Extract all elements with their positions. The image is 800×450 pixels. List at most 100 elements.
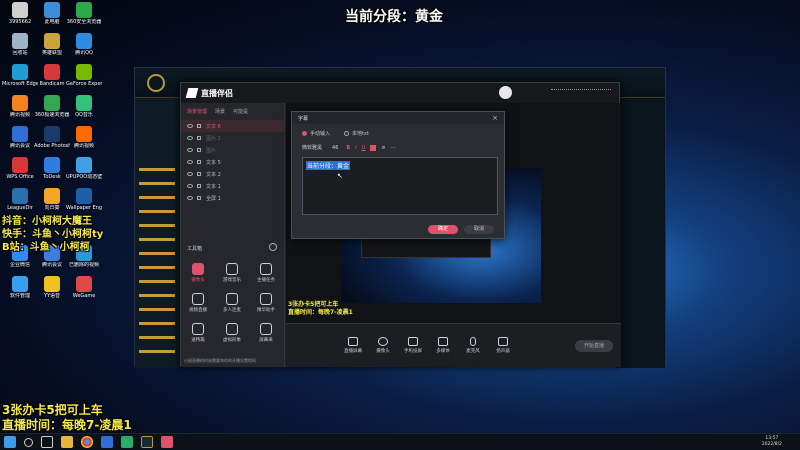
tool-multi-mic[interactable]: 多人连麦 [217, 293, 247, 313]
eye-icon[interactable] [187, 196, 193, 200]
desktop-icon[interactable]: Microsoft Edge [2, 64, 38, 87]
desktop-icon[interactable]: 腾讯视频 [66, 126, 102, 149]
layer-item[interactable]: 文本 1 [181, 180, 284, 192]
color-icon[interactable] [370, 144, 377, 151]
lock-icon[interactable] [197, 172, 201, 176]
desktop-icon[interactable]: 软件管理 [2, 276, 38, 299]
window-controls[interactable] [551, 89, 611, 95]
font-size-select[interactable]: 46 [332, 145, 338, 151]
desktop-app-icon [44, 95, 60, 111]
speaker-button[interactable]: 扬声器 [491, 337, 515, 354]
desktop-icon[interactable]: 360安全浏览器 [66, 2, 102, 25]
desktop-icon[interactable]: 回收站 [2, 33, 38, 56]
desktop-icon[interactable]: Wallpaper Engine [66, 188, 102, 211]
layer-item[interactable]: 文本 5 [181, 156, 284, 168]
avatar[interactable] [499, 86, 512, 99]
app-icon[interactable] [101, 436, 113, 448]
tool-camera[interactable]: 摄像头 [183, 263, 213, 283]
desktop-icon[interactable]: 360极速浏览器 [34, 95, 70, 118]
cancel-button[interactable]: 取消 [464, 225, 494, 234]
radio-local-txt[interactable]: 本地txt [343, 130, 369, 137]
desktop-app-icon [76, 188, 92, 204]
start-live-button[interactable]: 开始直播 [575, 340, 613, 352]
align-icon[interactable]: ≡ [381, 145, 385, 151]
desktop-icon[interactable]: ToDesk [34, 157, 70, 180]
windows-start-icon[interactable] [4, 436, 16, 448]
desktop-app-icon [12, 157, 28, 173]
radio-manual-input[interactable]: 手动输入 [302, 130, 330, 137]
search-icon[interactable] [24, 437, 33, 447]
desktop-icon[interactable]: 英雄联盟 [34, 33, 70, 56]
layer-item[interactable]: 图片 [181, 144, 284, 156]
desktop-icon-label: 腾讯QQ [75, 50, 93, 56]
italic-icon[interactable]: I [355, 145, 356, 151]
layer-item[interactable]: 图片 2 [181, 132, 284, 144]
desktop-icon[interactable]: 3995662 [2, 2, 38, 25]
font-family-select[interactable]: 微软雅黑 [302, 144, 322, 151]
tab-scene-manage[interactable]: 场景管理 [187, 108, 207, 115]
folder-icon[interactable] [61, 436, 73, 448]
tool-video-live[interactable]: 视频直播 [183, 293, 213, 313]
eye-icon[interactable] [187, 172, 193, 176]
desktop-icon[interactable]: QQ音乐 [66, 95, 102, 118]
lock-icon[interactable] [197, 184, 201, 188]
tool-avatar[interactable]: 虚拟形象 [217, 323, 247, 343]
layer-item[interactable]: 文本 6 [181, 120, 284, 132]
task-icon [260, 263, 272, 275]
underline-icon[interactable]: U [362, 145, 366, 151]
desktop-icon[interactable]: 此电脑 [34, 2, 70, 25]
desktop-icon[interactable]: 腾讯会议 [2, 126, 38, 149]
camera-button[interactable]: 摄像头 [371, 337, 395, 354]
bold-icon[interactable]: B [346, 145, 350, 151]
task-view-icon[interactable] [41, 436, 53, 448]
lock-icon[interactable] [197, 160, 201, 164]
lock-icon[interactable] [197, 196, 201, 200]
layer-label: 文本 2 [206, 171, 221, 178]
tool-highlight[interactable]: 精华助手 [251, 293, 281, 313]
tool-game-music[interactable]: 游戏音乐 [217, 263, 247, 283]
lock-icon[interactable] [197, 136, 201, 140]
close-icon[interactable]: × [492, 114, 498, 122]
desktop-icon[interactable]: 腾讯QQ [66, 33, 102, 56]
microphone-button[interactable]: 麦克风 [461, 337, 485, 354]
eye-icon[interactable] [187, 184, 193, 188]
wechat-icon[interactable] [121, 436, 133, 448]
more-icon[interactable]: ⋯ [391, 145, 396, 151]
desktop-icon[interactable]: WPS Office [2, 157, 38, 180]
eye-icon[interactable] [187, 136, 193, 140]
desktop-icon[interactable]: 腾讯视频 [2, 95, 38, 118]
desktop-icon[interactable]: WeGame [66, 276, 102, 299]
desktop-icon-label: WPS Office [6, 174, 34, 180]
desktop-icon[interactable]: GeForce Experience [66, 64, 102, 87]
desktop-icon-label: 企业微信 [9, 262, 30, 268]
desktop-icon[interactable]: Adobe Photoshop [34, 126, 70, 149]
lock-icon[interactable] [197, 148, 201, 152]
tab-scene[interactable]: 场景 [215, 108, 225, 115]
dialog-header: 字幕 × [292, 112, 504, 124]
desktop-icon[interactable]: UPUPOO动态壁纸 [66, 157, 102, 180]
screen-capture-button[interactable]: 直播屏幕 [341, 337, 365, 354]
league-taskbar-icon[interactable] [141, 436, 153, 448]
eye-icon[interactable] [187, 124, 193, 128]
toolbox-settings-icon[interactable] [269, 243, 277, 251]
eye-icon[interactable] [187, 148, 193, 152]
desktop-icon[interactable]: YY语音 [34, 276, 70, 299]
phone-cast-button[interactable]: 手机投屏 [401, 337, 425, 354]
tool-gift[interactable]: 送特篇 [183, 323, 213, 343]
live-companion-taskbar-icon[interactable] [161, 436, 173, 448]
layer-item[interactable]: 文本 2 [181, 168, 284, 180]
chrome-icon[interactable] [81, 436, 93, 448]
lock-icon[interactable] [197, 124, 201, 128]
confirm-button[interactable]: 确定 [428, 225, 458, 234]
tool-screen[interactable]: 屏幕采 [251, 323, 281, 343]
eye-icon[interactable] [187, 160, 193, 164]
media-button[interactable]: 多媒体 [431, 337, 455, 354]
desktop-icon[interactable]: 向日葵 [34, 188, 70, 211]
layer-item[interactable]: 全屏 1 [181, 192, 284, 204]
desktop-icon[interactable]: Bandicam [34, 64, 70, 87]
tool-host-task[interactable]: 主播任务 [251, 263, 281, 283]
desktop-icon[interactable]: LeagueDir [2, 188, 38, 211]
tab-other[interactable]: 可能是 [233, 108, 248, 115]
desktop-icon-label: QQ音乐 [75, 112, 93, 118]
subtitle-text-input[interactable]: 当前分段：黄金 ↖ [302, 157, 498, 215]
